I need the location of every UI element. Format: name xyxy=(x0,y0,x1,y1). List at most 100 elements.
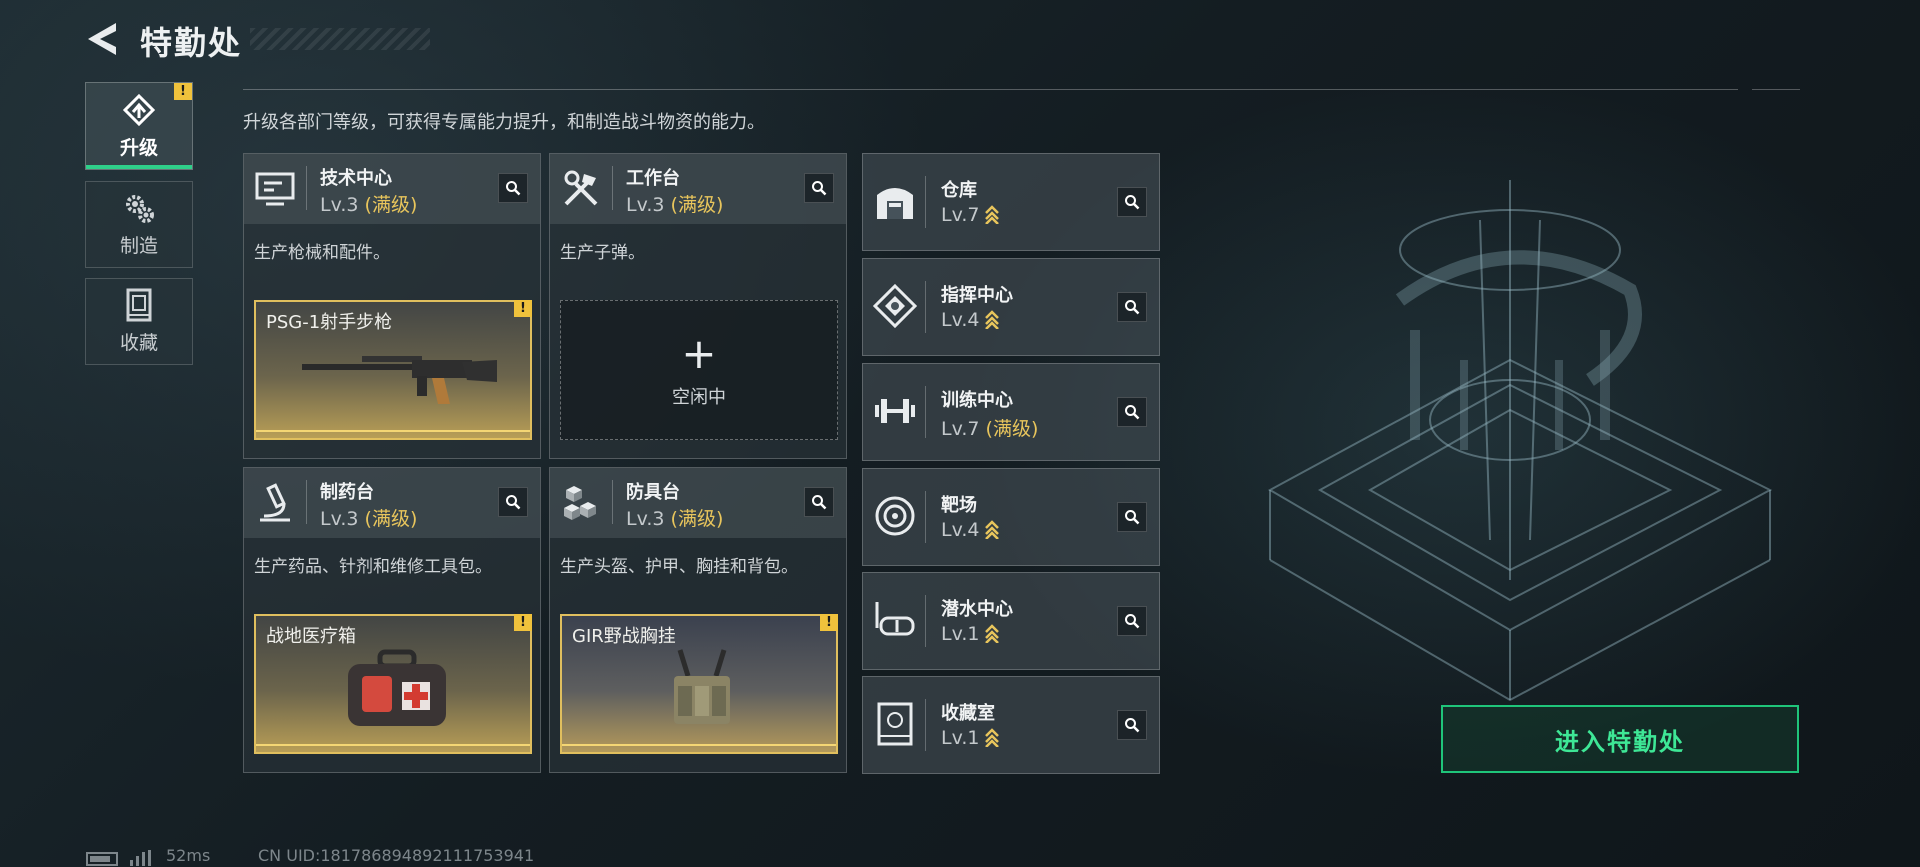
search-icon xyxy=(812,495,827,510)
card-header[interactable]: 制药台 Lv.3 (满级) xyxy=(244,468,540,538)
base-wireframe-illustration xyxy=(1267,180,1773,702)
nav-manufacture[interactable]: 制造 xyxy=(85,181,193,268)
nav-collection[interactable]: 收藏 xyxy=(85,278,193,365)
card-name: 技术中心 xyxy=(320,168,392,189)
search-button[interactable] xyxy=(498,487,528,517)
dept-level: Lv.7 (满级) xyxy=(941,418,1039,440)
dept-training-center[interactable]: 训练中心 Lv.7 (满级) xyxy=(862,363,1160,461)
card-workbench: 工作台 Lv.3 (满级) 生产子弹。 + 空闲中 xyxy=(549,153,847,459)
dept-level: Lv.4 xyxy=(941,519,1000,541)
dept-name: 收藏室 xyxy=(941,703,995,724)
search-icon xyxy=(1125,405,1140,420)
card-description: 生产枪械和配件。 xyxy=(254,243,390,263)
dept-name: 训练中心 xyxy=(941,390,1013,411)
dept-name: 指挥中心 xyxy=(941,285,1013,306)
warning-badge: ! xyxy=(514,614,532,631)
upgrade-chevron-icon xyxy=(985,728,1000,747)
card-name: 防具台 xyxy=(626,482,680,503)
card-level: Lv.3 (满级) xyxy=(626,508,724,530)
upgrade-chevron-icon xyxy=(985,205,1000,224)
nav-manufacture-label: 制造 xyxy=(119,235,158,257)
card-header[interactable]: 防具台 Lv.3 (满级) xyxy=(550,468,846,538)
uid-text: CN UID:181786894892111753941 xyxy=(258,846,535,865)
gears-icon xyxy=(126,195,154,223)
nav-upgrade[interactable]: 升级 ! xyxy=(85,82,193,170)
search-button[interactable] xyxy=(804,173,834,203)
item-name: GIR野战胸挂 xyxy=(572,626,676,647)
search-button[interactable] xyxy=(1117,502,1147,532)
search-icon xyxy=(1125,718,1140,733)
microscope-icon xyxy=(260,483,290,522)
card-level: Lv.3 (满级) xyxy=(626,194,724,216)
search-button[interactable] xyxy=(1117,606,1147,636)
item-name: PSG-1射手步枪 xyxy=(266,312,393,333)
nav-upgrade-label: 升级 xyxy=(119,136,158,159)
production-slot-empty[interactable]: + 空闲中 xyxy=(560,300,838,440)
card-header[interactable]: 工作台 Lv.3 (满级) xyxy=(550,154,846,224)
card-name: 工作台 xyxy=(626,168,680,189)
dept-collection-room[interactable]: 收藏室 Lv.1 xyxy=(862,676,1160,774)
dept-level: Lv.7 xyxy=(941,204,1000,226)
ping-text: 52ms xyxy=(166,846,211,865)
production-slot[interactable]: PSG-1射手步枪 ! xyxy=(254,300,532,440)
divider-line xyxy=(243,89,1738,90)
dept-name: 潜水中心 xyxy=(941,599,1013,620)
search-button[interactable] xyxy=(804,487,834,517)
search-icon xyxy=(1125,300,1140,315)
card-pharmacy: 制药台 Lv.3 (满级) 生产药品、针剂和维修工具包。 战地医疗箱 ! xyxy=(243,467,541,773)
card-tech-center: 技术中心 Lv.3 (满级) 生产枪械和配件。 PSG-1射手步枪 ! xyxy=(243,153,541,459)
search-button[interactable] xyxy=(498,173,528,203)
search-button[interactable] xyxy=(1117,187,1147,217)
target-icon xyxy=(875,496,915,536)
upgrade-chevron-icon xyxy=(985,310,1000,329)
divider-line-end xyxy=(1752,89,1800,90)
enter-special-ops-button[interactable]: 进入特勤处 xyxy=(1441,705,1799,773)
dept-name: 靶场 xyxy=(941,495,977,516)
dept-level: Lv.1 xyxy=(941,623,1000,645)
vault-icon xyxy=(877,702,913,746)
search-icon xyxy=(506,181,521,196)
dept-diving-center[interactable]: 潜水中心 Lv.1 xyxy=(862,572,1160,670)
card-description: 生产头盔、护甲、胸挂和背包。 xyxy=(560,557,798,577)
production-slot[interactable]: 战地医疗箱 ! xyxy=(254,614,532,754)
dept-warehouse[interactable]: 仓库 Lv.7 xyxy=(862,153,1160,251)
dumbbell-icon xyxy=(875,399,915,423)
nav-collection-label: 收藏 xyxy=(119,332,158,354)
search-button[interactable] xyxy=(1117,292,1147,322)
search-button[interactable] xyxy=(1117,397,1147,427)
card-description: 生产子弹。 xyxy=(560,243,645,263)
dept-name: 仓库 xyxy=(941,180,977,201)
command-icon xyxy=(873,284,917,328)
battery-signal-icon xyxy=(86,850,151,866)
card-name: 制药台 xyxy=(320,482,374,503)
dept-command-center[interactable]: 指挥中心 Lv.4 xyxy=(862,258,1160,356)
search-icon xyxy=(1125,614,1140,629)
warehouse-icon xyxy=(877,188,913,219)
upgrade-icon xyxy=(122,93,156,126)
slot-status: 空闲中 xyxy=(672,387,726,408)
dept-level: Lv.1 xyxy=(941,727,1000,749)
item-name: 战地医疗箱 xyxy=(266,626,356,647)
tools-icon xyxy=(564,170,598,206)
card-description: 生产药品、针剂和维修工具包。 xyxy=(254,557,492,577)
dept-shooting-range[interactable]: 靶场 Lv.4 xyxy=(862,468,1160,566)
warning-badge: ! xyxy=(174,83,192,100)
warning-badge: ! xyxy=(820,614,838,631)
page-title: 特勤处 xyxy=(140,24,243,62)
search-icon xyxy=(1125,195,1140,210)
rifle-image xyxy=(302,356,497,404)
card-level: Lv.3 (满级) xyxy=(320,194,418,216)
active-indicator xyxy=(86,165,192,169)
search-icon xyxy=(506,495,521,510)
add-icon: + xyxy=(681,329,717,378)
production-slot[interactable]: GIR野战胸挂 ! xyxy=(560,614,838,754)
card-header[interactable]: 技术中心 Lv.3 (满级) xyxy=(244,154,540,224)
collection-icon xyxy=(126,288,152,322)
back-arrow-icon[interactable] xyxy=(86,20,120,58)
search-button[interactable] xyxy=(1117,710,1147,740)
chest-rig-image xyxy=(674,649,730,724)
search-icon xyxy=(812,181,827,196)
warning-badge: ! xyxy=(514,300,532,317)
search-icon xyxy=(1125,510,1140,525)
dept-level: Lv.4 xyxy=(941,309,1000,331)
